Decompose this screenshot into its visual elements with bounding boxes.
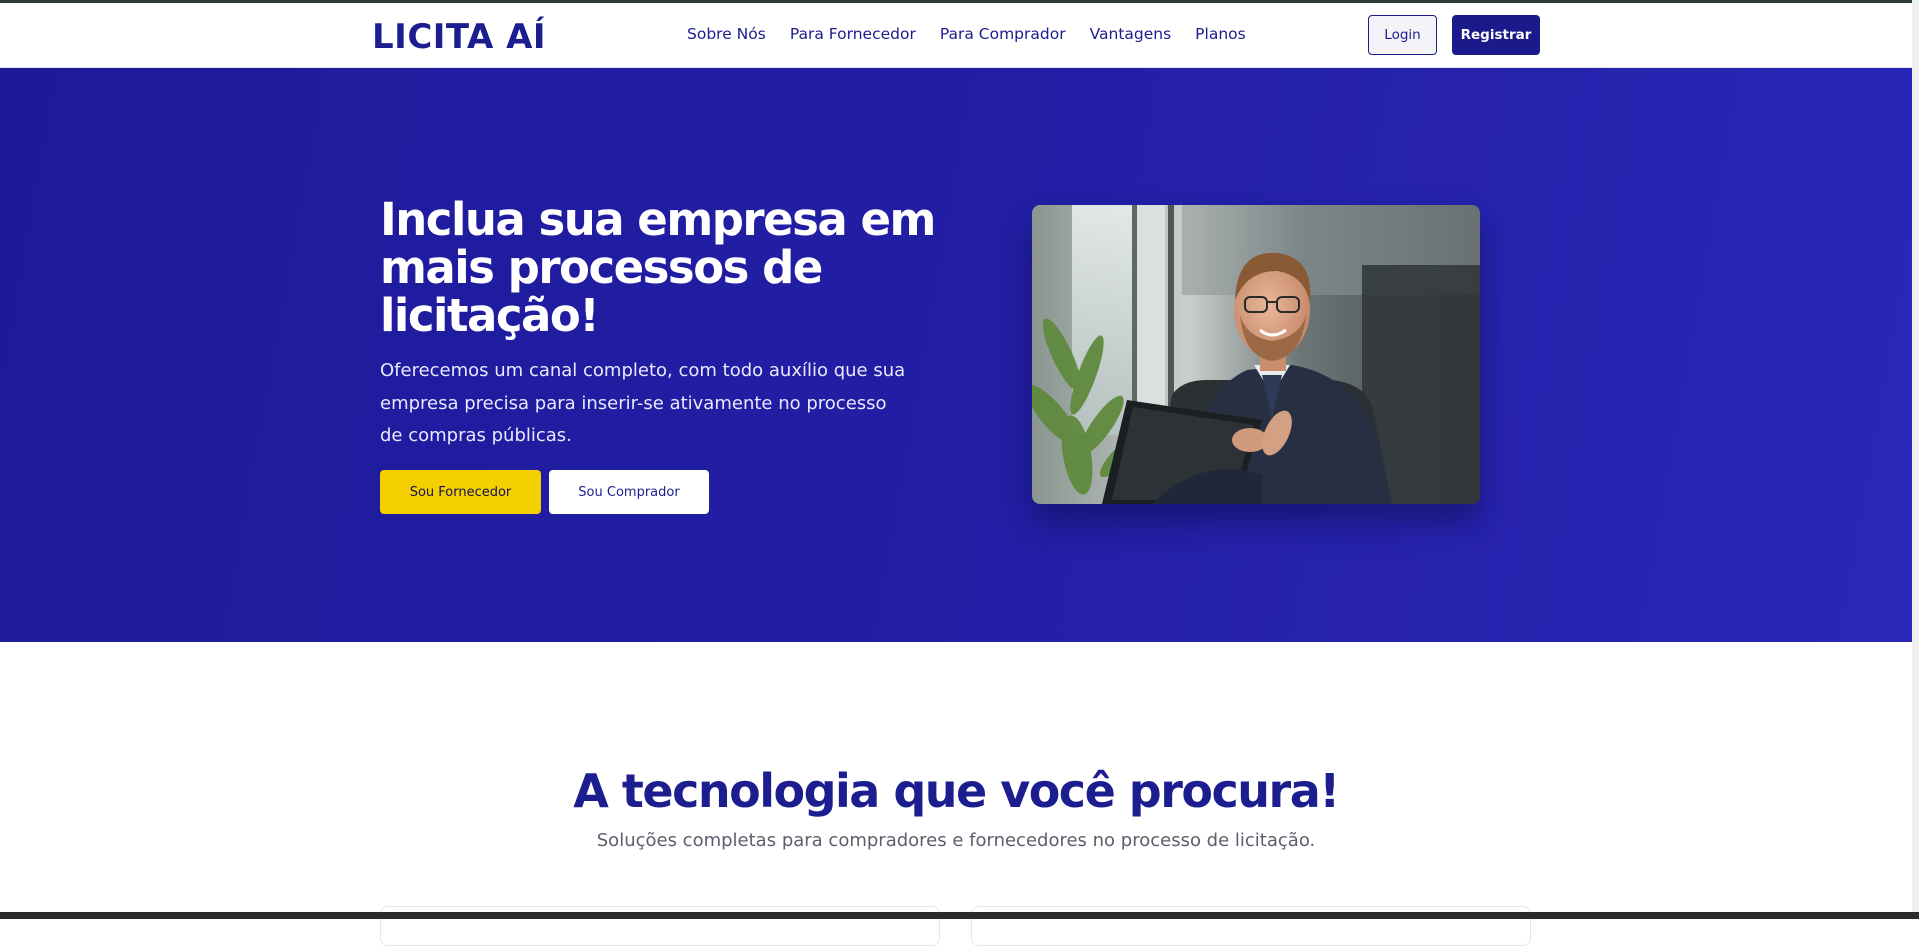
main-nav: Sobre Nós Para Fornecedor Para Comprador…: [687, 25, 1246, 43]
navbar: LICITA AÍ Sobre Nós Para Fornecedor Para…: [0, 3, 1912, 68]
nav-link-para-comprador[interactable]: Para Comprador: [940, 25, 1066, 43]
hero-section: Inclua sua empresa em mais processos de …: [0, 68, 1912, 642]
features-title: A tecnologia que você procura!: [573, 764, 1340, 818]
nav-link-sobre-nos[interactable]: Sobre Nós: [687, 25, 766, 43]
logo[interactable]: LICITA AÍ: [372, 17, 546, 57]
page-scrollbar[interactable]: [1912, 0, 1919, 919]
login-button[interactable]: Login: [1368, 15, 1437, 55]
hero-subtitle: Oferecemos um canal completo, com todo a…: [380, 360, 906, 446]
window-bottom-strip: [0, 912, 1919, 919]
nav-link-planos[interactable]: Planos: [1195, 25, 1246, 43]
sou-fornecedor-button[interactable]: Sou Fornecedor: [380, 470, 541, 514]
sou-comprador-button[interactable]: Sou Comprador: [549, 470, 709, 514]
nav-link-para-fornecedor[interactable]: Para Fornecedor: [790, 25, 916, 43]
features-subtitle: Soluções completas para compradores e fo…: [596, 830, 1316, 851]
nav-link-vantagens[interactable]: Vantagens: [1090, 25, 1172, 43]
register-button[interactable]: Registrar: [1452, 15, 1540, 55]
hero-title: Inclua sua empresa em mais processos de …: [380, 193, 936, 342]
hero-photo-businessman-with-tablet: [1032, 205, 1480, 504]
